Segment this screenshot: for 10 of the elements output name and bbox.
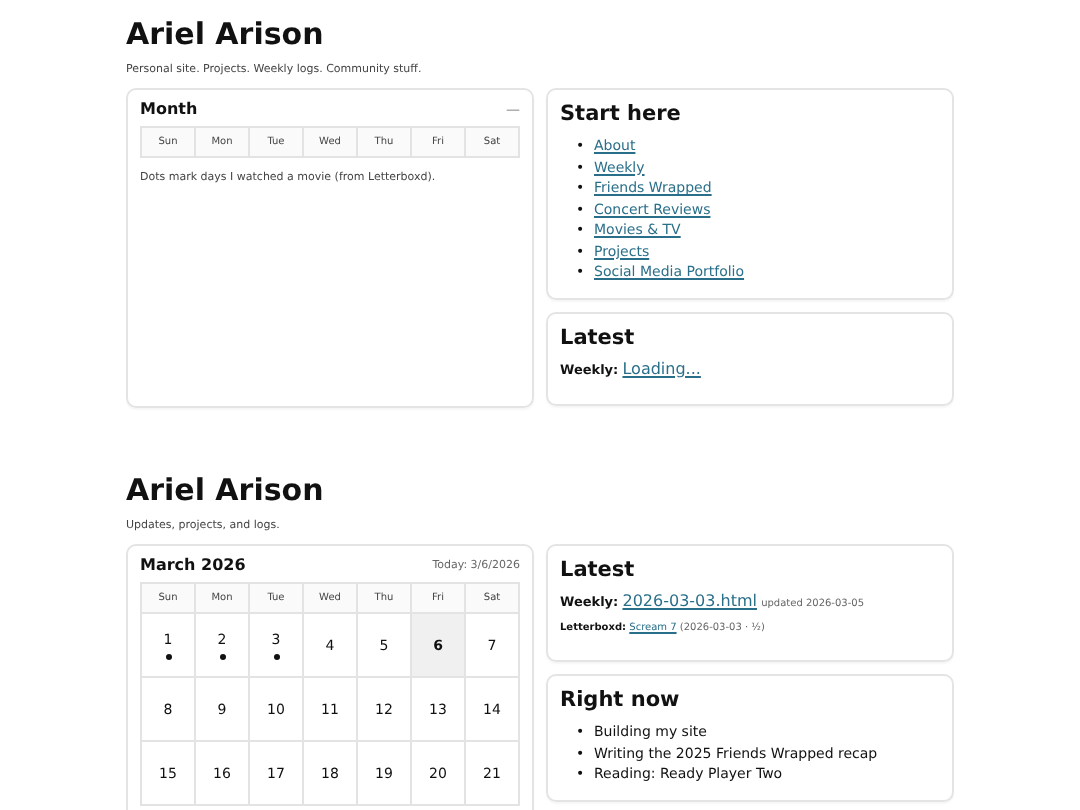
latest-link[interactable]: 2026-03-03.html	[622, 592, 757, 610]
card-title: Latest	[560, 325, 637, 349]
card-title: Latest	[560, 558, 637, 582]
latest-link[interactable]: Loading...	[622, 359, 701, 377]
site-title: Ariel Arison	[126, 472, 326, 508]
card-title: Month	[140, 100, 198, 118]
card-title: Right now	[560, 688, 682, 712]
card-title: Start here	[560, 102, 683, 126]
calendar-title: March 2026	[140, 556, 246, 574]
site-title: Ariel Arison	[126, 16, 326, 52]
